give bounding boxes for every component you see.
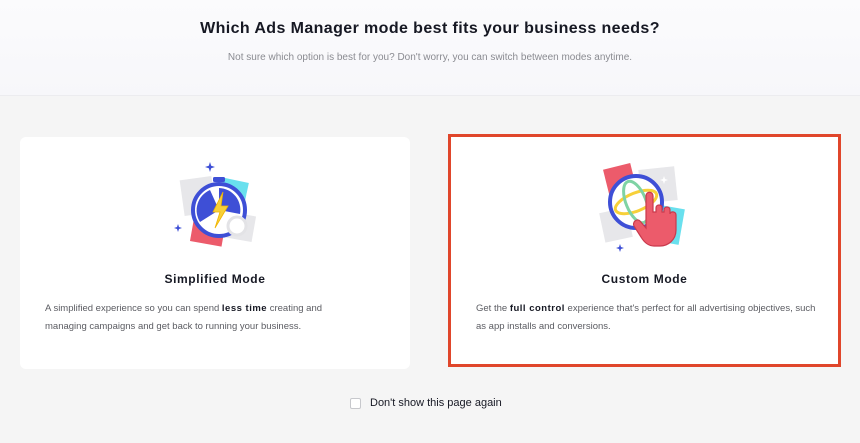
simplified-mode-title: Simplified Mode (164, 272, 266, 286)
globe-pointer-hand-icon (596, 160, 696, 260)
simplified-mode-card[interactable]: Simplified Mode A simplified experience … (20, 137, 410, 369)
stopwatch-lightning-icon (170, 160, 270, 260)
custom-mode-title: Custom Mode (601, 272, 688, 286)
dont-show-again-option[interactable]: Don't show this page again (350, 396, 502, 410)
dont-show-again-label: Don't show this page again (370, 397, 502, 409)
page-header: Which Ads Manager mode best fits your bu… (0, 0, 860, 96)
simplified-mode-description: A simplified experience so you can spend… (45, 303, 323, 332)
custom-mode-description: Get the full control experience that's p… (476, 303, 816, 332)
dont-show-again-checkbox[interactable] (350, 397, 361, 409)
page-subtitle: Not sure which option is best for you? D… (227, 52, 633, 63)
custom-mode-card[interactable]: Custom Mode Get the full control experie… (448, 134, 841, 367)
page-title: Which Ads Manager mode best fits your bu… (200, 20, 660, 37)
